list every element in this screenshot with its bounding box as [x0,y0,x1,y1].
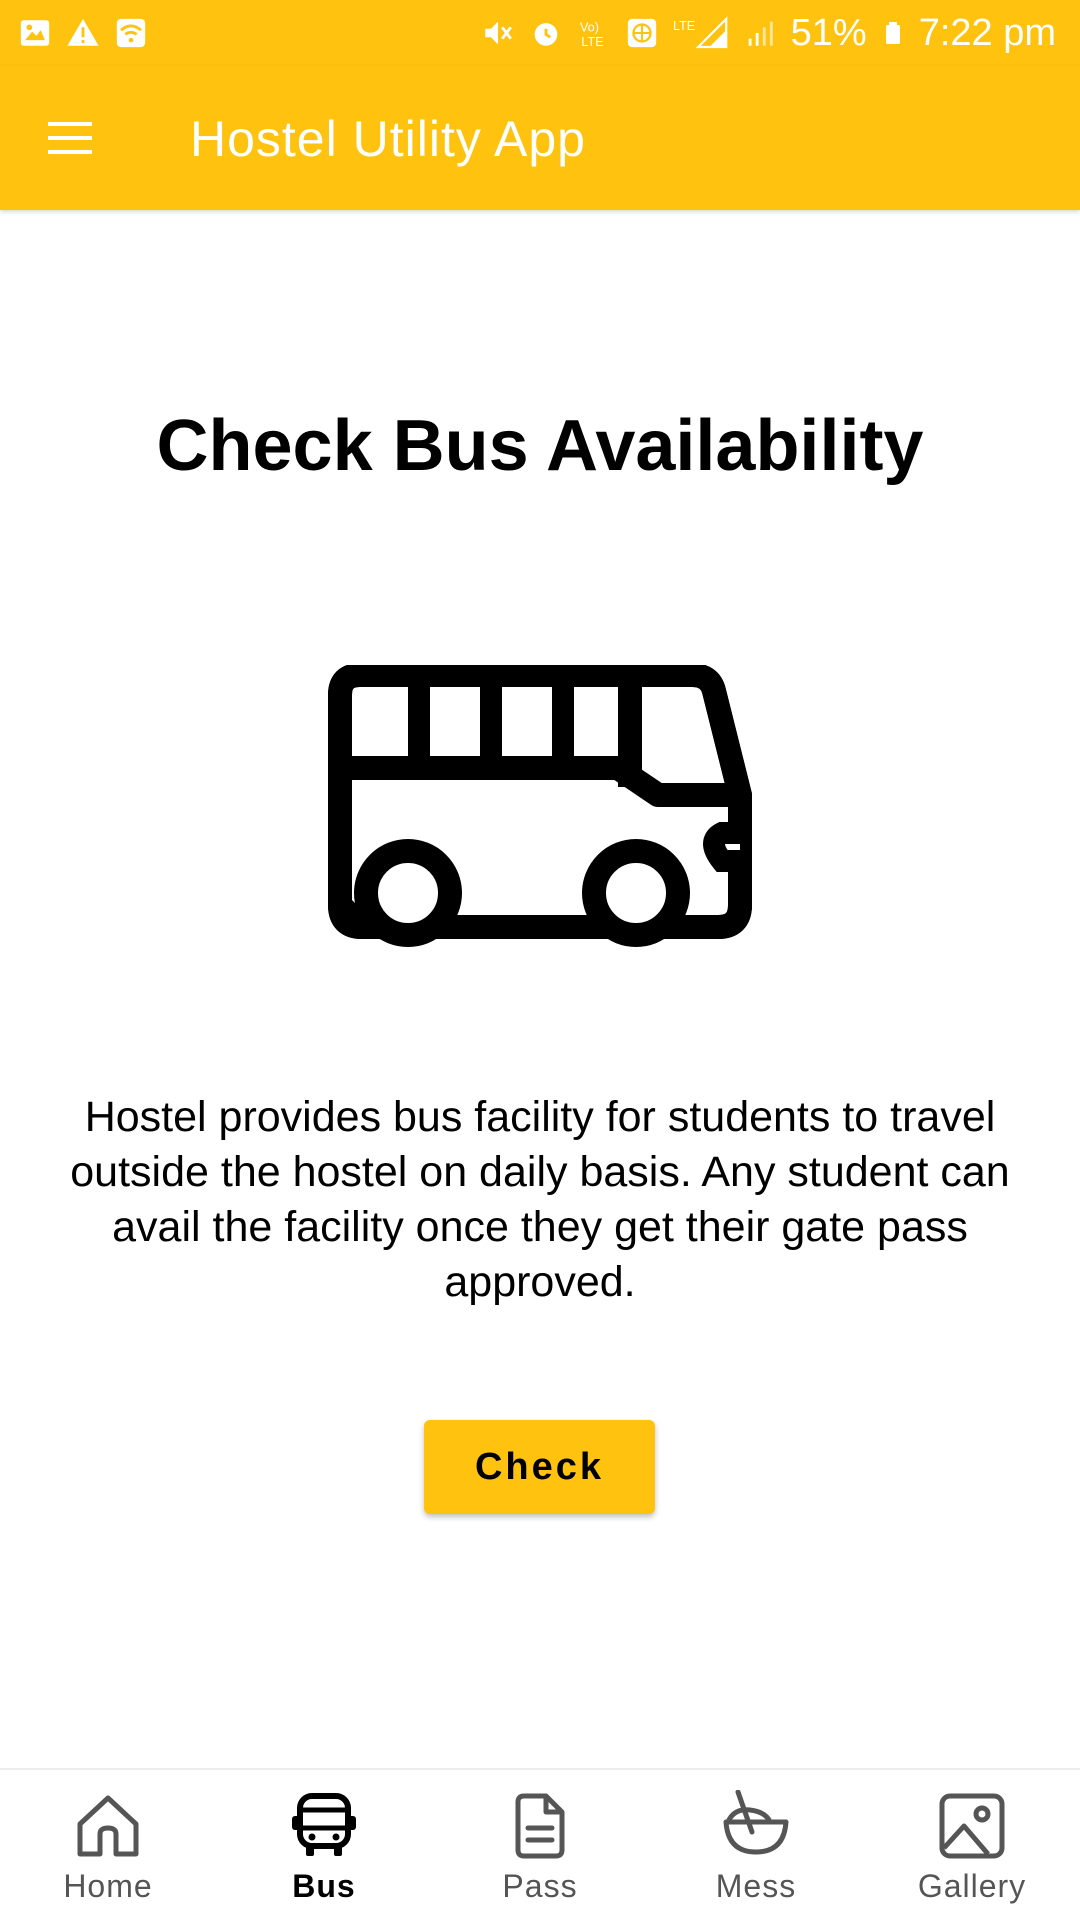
bottom-nav: Home Bus Pass Mess Gallery [0,1768,1080,1920]
nav-item-gallery[interactable]: Gallery [864,1770,1080,1920]
battery-icon [885,22,900,44]
nav-label-bus: Bus [292,1868,356,1904]
bus-description: Hostel provides bus facility for student… [70,1093,1010,1306]
signal-icon [748,21,773,46]
wifi-notification-icon [116,18,146,48]
alarm-icon [534,23,557,46]
nav-label-home: Home [63,1868,153,1904]
bus-icon [328,665,752,947]
screen: Vo) LTE LTE 51% 7:22 pm Hostel Utility A… [0,0,1080,1920]
bus-icon [292,1793,356,1856]
status-bar: Vo) LTE LTE 51% 7:22 pm [0,0,1080,66]
nav-label-pass: Pass [502,1868,578,1904]
app-title: Hostel Utility App [190,111,586,167]
volte-icon: Vo) LTE [579,20,603,49]
document-icon [515,1793,565,1859]
nav-label-gallery: Gallery [917,1868,1027,1904]
check-button[interactable]: Check [424,1420,655,1514]
nav-item-bus[interactable]: Bus [216,1770,432,1920]
home-icon [77,1795,139,1857]
nav-item-mess[interactable]: Mess [648,1770,864,1920]
lte-signal-icon: LTE [673,16,727,49]
globe-icon [627,18,656,48]
nav-label-mess: Mess [715,1868,797,1904]
warning-icon [67,18,99,46]
nav-item-home[interactable]: Home [0,1770,216,1920]
bowl-icon [723,1790,789,1855]
status-left [18,16,148,50]
clock: 7:22 pm [918,11,1056,54]
app-bar: Hostel Utility App [0,66,1080,210]
image-icon [939,1793,1005,1859]
gallery-notification-icon [20,20,50,46]
nav-item-pass[interactable]: Pass [432,1770,648,1920]
menu-icon[interactable] [40,116,100,160]
svg-text:LTE: LTE [673,19,695,33]
svg-text:Vo): Vo) [579,20,598,35]
page-title: Check Bus Availability [156,406,924,486]
status-right: Vo) LTE LTE 51% 7:22 pm [481,12,1056,55]
mute-icon [484,21,512,45]
battery-percentage: 51% [790,11,867,54]
svg-text:LTE: LTE [581,34,603,49]
